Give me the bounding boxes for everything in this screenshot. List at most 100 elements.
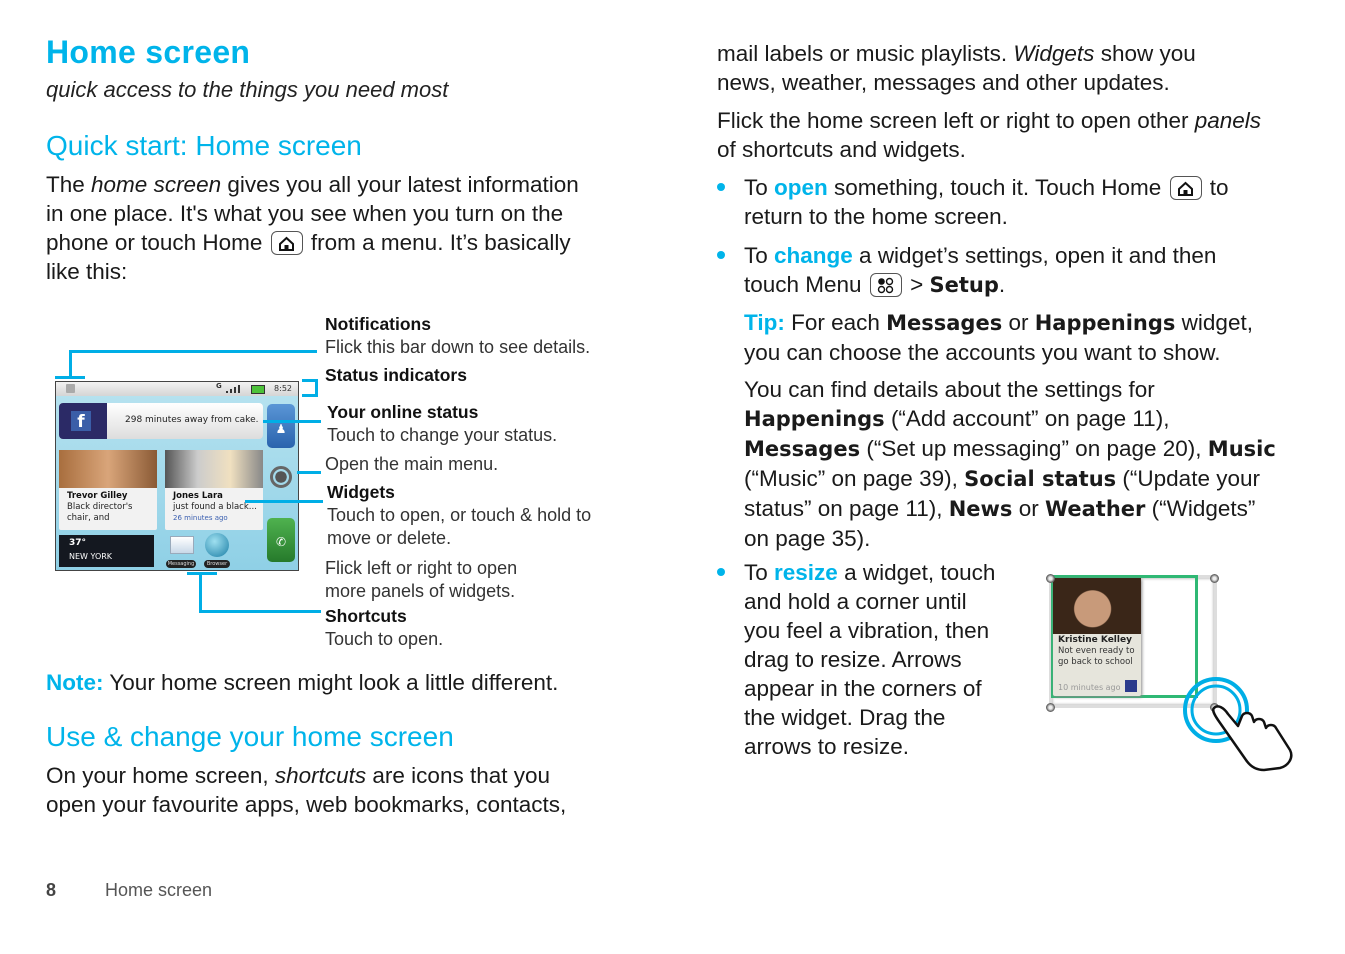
facebook-icon: f bbox=[59, 403, 107, 439]
callout-online-title: Your online status bbox=[327, 402, 479, 422]
text: You can find details about the settings … bbox=[744, 377, 1155, 402]
text: (“Widgets” bbox=[1145, 496, 1256, 521]
text: status” on page 11), bbox=[744, 496, 949, 521]
bullet-icon bbox=[717, 251, 725, 259]
use-change-heading: Use & change your home screen bbox=[46, 721, 454, 752]
callout-line bbox=[297, 471, 321, 474]
emphasis: Widgets bbox=[1013, 41, 1095, 66]
keyword: open bbox=[774, 175, 828, 200]
text: gives you all your latest information bbox=[221, 172, 579, 197]
text: (“Music” on page 39), bbox=[744, 466, 965, 491]
status-message: 298 minutes away from cake. bbox=[125, 415, 259, 425]
resize-handle-icon[interactable] bbox=[1210, 574, 1219, 583]
text: and hold a corner until bbox=[744, 589, 967, 614]
text: To bbox=[744, 243, 775, 268]
notification-icon bbox=[66, 384, 75, 393]
text: To bbox=[744, 175, 775, 200]
text: For each bbox=[784, 310, 887, 335]
home-screen-illustration: G 8:52 f 298 minutes away from cake. Tre… bbox=[55, 381, 299, 571]
keyword: Messages bbox=[744, 437, 861, 461]
callout-notifications-text: Flick this bar down to see details. bbox=[325, 337, 591, 357]
change-bullet: To change a widget’s settings, open it a… bbox=[744, 241, 1324, 300]
widget-text: just found a black... bbox=[173, 502, 257, 512]
callout-notifications-title: Notifications bbox=[325, 314, 431, 334]
callout-line bbox=[199, 572, 202, 612]
text: like this: bbox=[46, 259, 128, 284]
tip: Tip: For each Messages or Happenings wid… bbox=[744, 308, 1324, 367]
text: to bbox=[1203, 175, 1229, 200]
widget-card[interactable]: Trevor Gilley Black director's chair, an… bbox=[59, 450, 157, 530]
text: news, weather, messages and other update… bbox=[717, 70, 1170, 95]
footer-section: Home screen bbox=[105, 880, 213, 900]
keyword: resize bbox=[774, 560, 838, 585]
page-number: 8 bbox=[46, 880, 57, 900]
keyword: Weather bbox=[1044, 497, 1146, 521]
widget-name: Kristine Kelley bbox=[1058, 635, 1132, 645]
callout-shortcuts-text: Touch to open. bbox=[325, 629, 444, 649]
emphasis: shortcuts bbox=[274, 763, 367, 788]
browser-icon[interactable] bbox=[205, 533, 229, 557]
text: To bbox=[744, 560, 775, 585]
callout-status-title: Status indicators bbox=[325, 365, 467, 385]
text: something, touch it. Touch Home bbox=[827, 175, 1168, 200]
shortcut-label: Messaging bbox=[166, 560, 196, 568]
use-change-paragraph: On your home screen, shortcuts are icons… bbox=[46, 761, 566, 819]
callout-line bbox=[199, 610, 321, 613]
resize-bullet: To resize a widget, touch and hold a cor… bbox=[744, 558, 1034, 761]
home-key-icon bbox=[270, 231, 303, 255]
clock: 8:52 bbox=[274, 384, 292, 393]
text: On your home screen, bbox=[46, 763, 275, 788]
text: open your favourite apps, web bookmarks,… bbox=[46, 792, 567, 817]
keyword: Happenings bbox=[1034, 311, 1176, 335]
menu-key-icon bbox=[869, 273, 902, 297]
widgets-paragraph: mail labels or music playlists. Widgets … bbox=[717, 39, 1317, 97]
text: from a menu. It’s basically bbox=[304, 230, 571, 255]
messaging-icon[interactable] bbox=[170, 536, 194, 554]
social-app-icon bbox=[1125, 680, 1137, 692]
menu-option: Setup bbox=[929, 273, 999, 297]
contact-photo bbox=[59, 450, 157, 488]
online-status-widget[interactable]: f 298 minutes away from cake. bbox=[59, 403, 263, 439]
widget-text: Not even ready to go back to school bbox=[1058, 646, 1135, 667]
tip-label: Tip: bbox=[744, 310, 785, 335]
text: return to the home screen. bbox=[744, 204, 1008, 229]
text: a widget, touch bbox=[837, 560, 996, 585]
widget-name: Trevor Gilley bbox=[67, 491, 128, 501]
text: are icons that you bbox=[366, 763, 551, 788]
resize-handle-icon[interactable] bbox=[1046, 574, 1055, 583]
text: (“Update your bbox=[1116, 466, 1260, 491]
page-subtitle: quick access to the things you need most bbox=[46, 77, 449, 102]
quick-start-paragraph: The home screen gives you all your lates… bbox=[46, 170, 646, 286]
text: (“Add account” on page 11), bbox=[884, 406, 1170, 431]
callout-widgets-title: Widgets bbox=[327, 482, 395, 502]
callout-line bbox=[245, 500, 323, 503]
text: touch Menu bbox=[744, 272, 868, 297]
settings-details: You can find details about the settings … bbox=[744, 375, 1324, 553]
text: on page 35). bbox=[744, 526, 871, 551]
battery-icon bbox=[251, 385, 265, 394]
weather-widget[interactable]: 37° NEW YORK bbox=[59, 535, 154, 567]
widget-card[interactable]: Jones Lara just found a black... 26 minu… bbox=[165, 450, 263, 530]
callout-line bbox=[69, 350, 317, 353]
main-menu-button[interactable] bbox=[270, 466, 292, 488]
callout-shortcuts-title: Shortcuts bbox=[325, 606, 407, 626]
keyword: News bbox=[948, 497, 1013, 521]
text: The bbox=[46, 172, 92, 197]
callout-line bbox=[69, 350, 72, 378]
network-type: G bbox=[216, 382, 222, 390]
page-title: Home screen bbox=[46, 34, 251, 70]
phone-dialer-button[interactable]: ✆ bbox=[267, 518, 295, 562]
keyword: Music bbox=[1207, 437, 1276, 461]
keyword: Messages bbox=[886, 311, 1003, 335]
callout-line bbox=[302, 394, 318, 397]
text: arrows to resize. bbox=[744, 734, 910, 759]
quick-start-heading: Quick start: Home screen bbox=[46, 130, 362, 161]
widget-time: 10 minutes ago bbox=[1058, 683, 1121, 692]
text: or bbox=[1012, 496, 1045, 521]
resize-handle-icon[interactable] bbox=[1046, 703, 1055, 712]
callout-flick-text: Flick left or right to open bbox=[325, 558, 518, 578]
text: appear in the corners of bbox=[744, 676, 982, 701]
text: a widget’s settings, open it and then bbox=[852, 243, 1217, 268]
contacts-button[interactable]: ♟ bbox=[267, 404, 295, 448]
note-text: Your home screen might look a little dif… bbox=[103, 670, 559, 695]
